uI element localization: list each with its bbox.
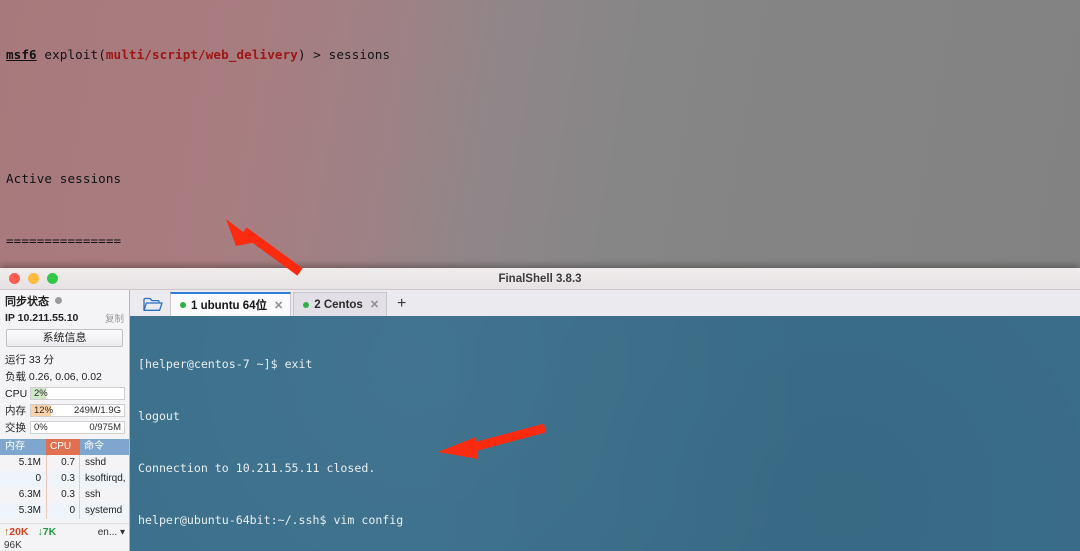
swap-meter-label: 交换 bbox=[5, 422, 26, 434]
swap-meter: 0% 0/975M bbox=[30, 421, 125, 434]
process-command: sshd bbox=[85, 457, 107, 468]
uptime-row: 运行 33 分 bbox=[5, 354, 55, 366]
finalshell-window[interactable]: FinalShell 3.8.3 同步状态 IP 10.211.55.10 复制… bbox=[0, 268, 1080, 551]
process-memory: 6.3M bbox=[18, 489, 41, 500]
table-row[interactable]: 5.1M 0.7 sshd bbox=[0, 455, 129, 471]
table-row[interactable]: 5.3M 0 systemd bbox=[0, 503, 129, 519]
msf-heading-divider: =============== bbox=[6, 232, 122, 248]
sync-status-indicator-icon bbox=[55, 297, 62, 304]
cpu-percent: 2% bbox=[34, 388, 48, 399]
memory-meter: 12% 249M/1.9G bbox=[30, 404, 125, 417]
terminal-line: Connection to 10.211.55.11 closed. bbox=[138, 461, 376, 476]
new-tab-button[interactable]: + bbox=[389, 294, 414, 316]
screenshot-root: msf6 exploit(multi/script/web_delivery) … bbox=[0, 0, 1080, 551]
cpu-meter-text: 2% bbox=[31, 388, 124, 399]
table-row[interactable]: 6.3M 0.3 ssh bbox=[0, 487, 129, 503]
window-title: FinalShell 3.8.3 bbox=[498, 272, 582, 285]
process-cpu: 0 bbox=[46, 503, 80, 519]
download-rate: 7K bbox=[42, 526, 57, 538]
host-ip-label: IP 10.211.55.10 bbox=[5, 311, 79, 324]
open-file-manager-button[interactable] bbox=[136, 292, 170, 316]
process-memory: 5.1M bbox=[18, 457, 41, 468]
msf-prompt-suffix: ) > bbox=[297, 47, 329, 63]
ssh-terminal-output[interactable]: [helper@centos-7 ~]$ exit logout Connect… bbox=[130, 316, 1080, 551]
swap-meter-text: 0% 0/975M bbox=[31, 422, 124, 433]
process-command: ssh bbox=[85, 489, 101, 500]
tab-centos[interactable]: 2 Centos ✕ bbox=[293, 292, 388, 316]
network-scale-top: 96K bbox=[4, 540, 22, 551]
msf-blank-1 bbox=[6, 107, 1080, 128]
system-info-button[interactable]: 系统信息 bbox=[6, 329, 123, 347]
process-header-command: 命令 bbox=[80, 439, 129, 455]
copy-ip-button[interactable]: 复制 bbox=[105, 311, 124, 325]
network-interface-dropdown[interactable]: en... ▾ bbox=[98, 527, 125, 538]
terminal-line: logout bbox=[138, 409, 180, 424]
connection-status-icon bbox=[303, 301, 310, 308]
window-body: 同步状态 IP 10.211.55.10 复制 系统信息 运行 33 分 负载 … bbox=[0, 290, 1080, 551]
memory-meter-row: 内存 12% 249M/1.9G bbox=[0, 402, 129, 419]
process-command: systemd bbox=[85, 505, 123, 516]
memory-detail: 249M/1.9G bbox=[74, 405, 121, 416]
tab-label: 1 ubuntu 64位 bbox=[191, 300, 268, 312]
cpu-meter: 2% bbox=[30, 387, 125, 400]
msf-module-path: multi/script/web_delivery bbox=[105, 47, 298, 63]
folder-icon bbox=[143, 297, 163, 311]
terminal-line: helper@ubuntu-64bit:~/.ssh$ vim config bbox=[138, 513, 404, 528]
msf-active-sessions-heading: Active sessions bbox=[6, 170, 122, 186]
system-monitor-sidebar[interactable]: 同步状态 IP 10.211.55.10 复制 系统信息 运行 33 分 负载 … bbox=[0, 290, 130, 551]
swap-percent: 0% bbox=[34, 422, 48, 433]
network-download: ↓7K bbox=[38, 526, 57, 538]
process-cpu: 0.3 bbox=[46, 487, 80, 503]
memory-percent: 12% bbox=[34, 405, 54, 416]
swap-meter-row: 交换 0% 0/975M bbox=[0, 419, 129, 436]
msf-entered-command: sessions bbox=[328, 47, 391, 63]
process-header-memory: 内存 bbox=[0, 439, 46, 455]
cpu-meter-row: CPU 2% bbox=[0, 385, 129, 402]
terminal-panel: 1 ubuntu 64位 ✕ 2 Centos ✕ + [helper@cent… bbox=[130, 290, 1080, 551]
tab-bar[interactable]: 1 ubuntu 64位 ✕ 2 Centos ✕ + bbox=[130, 290, 1080, 316]
process-table[interactable]: 内存 CPU 命令 5.1M 0.7 sshd 0 0.3 ksoftirqd, bbox=[0, 439, 129, 519]
upload-rate: 20K bbox=[9, 526, 29, 538]
tab-label: 2 Centos bbox=[314, 298, 363, 311]
terminal-line: [helper@centos-7 ~]$ exit bbox=[138, 356, 313, 371]
process-command: ksoftirqd, bbox=[85, 473, 126, 484]
process-cpu: 0.3 bbox=[46, 471, 80, 487]
memory-meter-label: 内存 bbox=[5, 405, 26, 417]
memory-meter-text: 12% 249M/1.9G bbox=[31, 405, 124, 416]
msf-prompt-user: msf6 bbox=[6, 47, 37, 63]
process-table-header: 内存 CPU 命令 bbox=[0, 439, 129, 455]
network-upload: ↑20K bbox=[4, 526, 29, 538]
sync-status-row: 同步状态 bbox=[0, 290, 129, 309]
process-header-cpu: CPU bbox=[46, 439, 80, 455]
close-icon[interactable]: ✕ bbox=[274, 299, 283, 312]
window-titlebar[interactable]: FinalShell 3.8.3 bbox=[0, 268, 1080, 290]
table-row[interactable]: 0 0.3 ksoftirqd, bbox=[0, 471, 129, 487]
msf-prompt-line-1: msf6 exploit(multi/script/web_delivery) … bbox=[6, 45, 1080, 66]
msfconsole-terminal[interactable]: msf6 exploit(multi/script/web_delivery) … bbox=[0, 0, 1080, 551]
network-interface-label: en... bbox=[97, 526, 118, 538]
load-average-row: 负载 0.26, 0.06, 0.02 bbox=[5, 371, 102, 383]
process-memory: 0 bbox=[35, 473, 41, 484]
process-cpu: 0.7 bbox=[46, 455, 80, 471]
connection-status-icon bbox=[180, 302, 186, 308]
msf-prompt-exploit-prefix: exploit( bbox=[36, 47, 106, 63]
cpu-meter-label: CPU bbox=[5, 387, 28, 400]
close-icon[interactable]: ✕ bbox=[370, 298, 379, 311]
swap-detail: 0/975M bbox=[89, 422, 121, 433]
chevron-down-icon: ▾ bbox=[119, 526, 125, 538]
network-summary-row: ↑20K ↓7K en... ▾ bbox=[0, 523, 129, 540]
host-ip-row: IP 10.211.55.10 复制 bbox=[0, 309, 129, 326]
tab-ubuntu-64[interactable]: 1 ubuntu 64位 ✕ bbox=[170, 292, 292, 316]
process-memory: 5.3M bbox=[18, 505, 41, 516]
sync-status-label: 同步状态 bbox=[5, 295, 49, 308]
